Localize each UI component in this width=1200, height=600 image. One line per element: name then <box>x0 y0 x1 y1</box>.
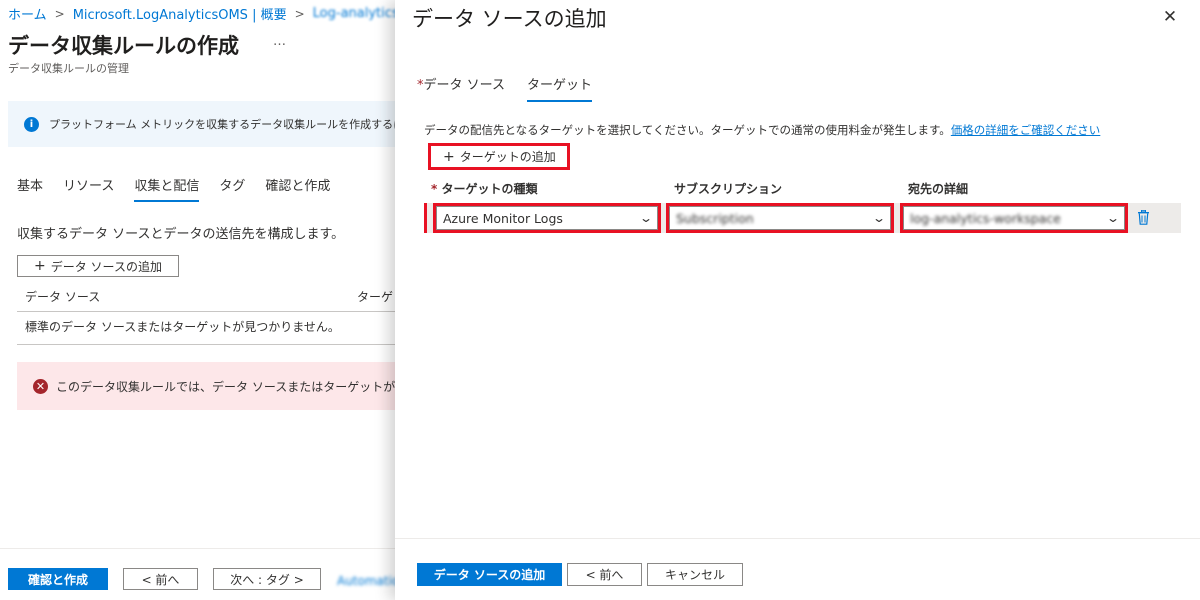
page-title: データ収集ルールの作成 <box>8 34 239 58</box>
add-data-source-panel: データ ソースの追加 ✕ *データ ソース ターゲット データの配信先となるター… <box>395 0 1200 600</box>
breadcrumb-separator: > <box>294 6 305 21</box>
section-description: 収集するデータ ソースとデータの送信先を構成します。 <box>17 227 345 242</box>
table-divider <box>17 344 395 345</box>
column-header-target: ターゲット <box>357 290 395 304</box>
error-banner: ✕ このデータ収集ルールでは、データ ソースまたはターゲットが選択されて <box>17 362 395 410</box>
breadcrumb-separator: > <box>54 6 65 21</box>
tab-target[interactable]: ターゲット <box>526 74 592 102</box>
add-target-label: ターゲットの追加 <box>459 150 556 164</box>
table-divider <box>17 311 395 312</box>
subscription-dropdown[interactable]: Subscription ⌄ <box>666 203 894 233</box>
error-icon: ✕ <box>33 378 48 394</box>
subscription-value: Subscription <box>676 210 754 226</box>
info-banner-text: プラットフォーム メトリックを収集するデータ収集ルールを作成するには、こ <box>49 118 395 131</box>
target-type-dropdown[interactable]: Azure Monitor Logs ⌄ <box>433 203 661 233</box>
panel-title: データ ソースの追加 <box>412 7 607 31</box>
tab-basics[interactable]: 基本 <box>17 175 43 202</box>
destination-dropdown[interactable]: log-analytics-workspace ⌄ <box>900 203 1128 233</box>
previous-button[interactable]: < 前へ <box>123 568 198 590</box>
trash-icon[interactable] <box>1136 210 1150 226</box>
chevron-down-icon: ⌄ <box>638 211 654 225</box>
cancel-button[interactable]: キャンセル <box>647 563 743 586</box>
panel-description-text: データの配信先となるターゲットを選択してください。ターゲットでの通常の使用料金が… <box>424 123 951 137</box>
create-rule-page: ホーム > Microsoft.LogAnalyticsOMS | 概要 > L… <box>0 0 395 600</box>
add-data-source-submit-button[interactable]: データ ソースの追加 <box>417 563 562 586</box>
column-header-target-type-label: ターゲットの種類 <box>441 182 538 196</box>
breadcrumb-workspace[interactable]: Log-analytics-w <box>313 6 395 21</box>
panel-footer-divider <box>395 538 1200 539</box>
plus-icon: + <box>34 258 46 274</box>
tab-tags[interactable]: タグ <box>219 175 245 202</box>
tab-resources[interactable]: リソース <box>63 175 114 202</box>
panel-description: データの配信先となるターゲットを選択してください。ターゲットでの通常の使用料金が… <box>424 122 1100 138</box>
breadcrumb: ホーム > Microsoft.LogAnalyticsOMS | 概要 > L… <box>8 4 395 23</box>
tab-review-create[interactable]: 確認と作成 <box>265 175 330 202</box>
add-target-button[interactable]: + ターゲットの追加 <box>428 143 570 170</box>
download-template-link[interactable]: Automation のテンプレートをダウンロードする <box>337 572 395 589</box>
chevron-down-icon: ⌄ <box>871 211 887 225</box>
tab-data-source-label: データ ソース <box>423 78 505 93</box>
tab-data-source[interactable]: *データ ソース <box>417 74 505 102</box>
review-create-button[interactable]: 確認と作成 <box>8 568 108 590</box>
column-header-source: データ ソース <box>25 290 101 304</box>
chevron-down-icon: ⌄ <box>1105 211 1121 225</box>
close-icon[interactable]: ✕ <box>1161 7 1179 27</box>
breadcrumb-home[interactable]: ホーム <box>8 4 47 23</box>
plus-icon: + <box>443 148 455 165</box>
add-data-source-button[interactable]: + データ ソースの追加 <box>17 255 179 277</box>
page-subtitle: データ収集ルールの管理 <box>8 62 129 75</box>
footer-divider <box>0 548 395 549</box>
more-options-icon[interactable]: … <box>273 34 287 49</box>
previous-button[interactable]: < 前へ <box>567 563 642 586</box>
add-data-source-label: データ ソースの追加 <box>50 259 162 274</box>
next-tags-button[interactable]: 次へ : タグ > <box>213 568 321 590</box>
empty-table-message: 標準のデータ ソースまたはターゲットが見つかりません。 <box>25 320 340 334</box>
column-header-target-type: * ターゲットの種類 <box>431 180 537 197</box>
destination-value: log-analytics-workspace <box>910 210 1061 226</box>
info-icon: i <box>24 116 39 132</box>
tab-collect-deliver[interactable]: 収集と配信 <box>134 175 200 202</box>
panel-tabs: *データ ソース ターゲット <box>417 74 592 102</box>
column-header-destination: 宛先の詳細 <box>908 182 969 196</box>
required-marker: * <box>431 182 438 196</box>
error-banner-text: このデータ収集ルールでは、データ ソースまたはターゲットが選択されて <box>56 379 395 394</box>
pricing-details-link[interactable]: 価格の詳細をご確認ください <box>951 123 1101 137</box>
target-type-value: Azure Monitor Logs <box>443 210 563 226</box>
breadcrumb-oms[interactable]: Microsoft.LogAnalyticsOMS | 概要 <box>73 4 287 23</box>
wizard-tabs: 基本 リソース 収集と配信 タグ 確認と作成 <box>17 175 330 202</box>
info-banner: i プラットフォーム メトリックを収集するデータ収集ルールを作成するには、こ <box>8 101 395 147</box>
column-header-subscription: サブスクリプション <box>674 182 783 196</box>
